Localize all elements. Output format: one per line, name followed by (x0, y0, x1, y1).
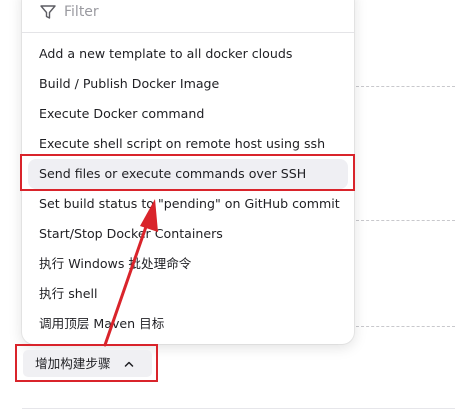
section-divider (356, 326, 455, 327)
menu-item-start-stop-docker-containers[interactable]: Start/Stop Docker Containers (28, 219, 348, 249)
menu-item-add-docker-template[interactable]: Add a new template to all docker clouds (28, 39, 348, 69)
bottom-divider (22, 408, 455, 409)
annotation-highlight-send-files (20, 154, 355, 191)
menu-item-invoke-maven-target[interactable]: 调用顶层 Maven 目标 (28, 309, 348, 339)
filter-separator (22, 32, 354, 33)
section-divider (356, 86, 455, 87)
funnel-icon (40, 5, 56, 19)
annotation-highlight-add-step (15, 344, 158, 382)
menu-item-execute-docker-command[interactable]: Execute Docker command (28, 99, 348, 129)
filter-input[interactable] (64, 1, 334, 23)
menu-item-execute-shell[interactable]: 执行 shell (28, 279, 348, 309)
menu-item-set-github-status-pending[interactable]: Set build status to "pending" on GitHub … (28, 189, 348, 219)
filter-row (22, 0, 354, 28)
menu-item-windows-batch-command[interactable]: 执行 Windows 批处理命令 (28, 249, 348, 279)
section-divider (356, 220, 455, 221)
menu-item-build-publish-docker-image[interactable]: Build / Publish Docker Image (28, 69, 348, 99)
